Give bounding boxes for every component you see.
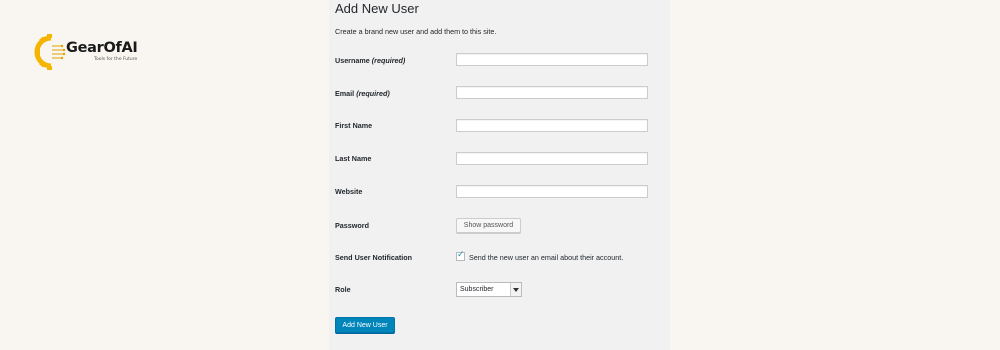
- show-password-button[interactable]: Show password: [456, 218, 521, 233]
- role-selected-value: Subscriber: [460, 286, 494, 293]
- first-name-field[interactable]: [456, 119, 648, 132]
- brand-name: GearOfAI: [66, 40, 138, 56]
- required-note: (required): [371, 56, 406, 65]
- page-title: Add New User: [335, 1, 419, 16]
- username-field[interactable]: [456, 53, 648, 66]
- required-note: (required): [356, 89, 390, 98]
- last-name-field[interactable]: [456, 152, 648, 165]
- email-field[interactable]: [456, 86, 648, 99]
- password-label: Password: [335, 221, 369, 230]
- role-select[interactable]: Subscriber: [456, 282, 522, 297]
- page-description: Create a brand new user and add them to …: [335, 27, 497, 36]
- add-new-user-button[interactable]: Add New User: [335, 317, 395, 333]
- role-label: Role: [335, 285, 351, 294]
- add-user-panel: Add New User Create a brand new user and…: [329, 0, 670, 350]
- last-name-label: Last Name: [335, 154, 372, 163]
- notification-checkbox-label[interactable]: Send the new user an email about their a…: [469, 253, 623, 262]
- checkmark-icon: ✓: [457, 249, 465, 259]
- notification-checkbox[interactable]: ✓: [456, 249, 465, 261]
- first-name-label: First Name: [335, 121, 373, 130]
- username-label: Username (required): [335, 56, 406, 65]
- chevron-down-icon: [510, 283, 521, 296]
- website-field[interactable]: [456, 185, 648, 198]
- notification-label: Send User Notification: [335, 253, 413, 262]
- gear-icon: [34, 34, 66, 70]
- email-label: Email (required): [335, 89, 390, 98]
- brand-logo: GearOfAI Tools for the Future: [34, 34, 164, 70]
- website-label: Website: [335, 187, 363, 196]
- brand-tagline: Tools for the Future: [94, 57, 138, 62]
